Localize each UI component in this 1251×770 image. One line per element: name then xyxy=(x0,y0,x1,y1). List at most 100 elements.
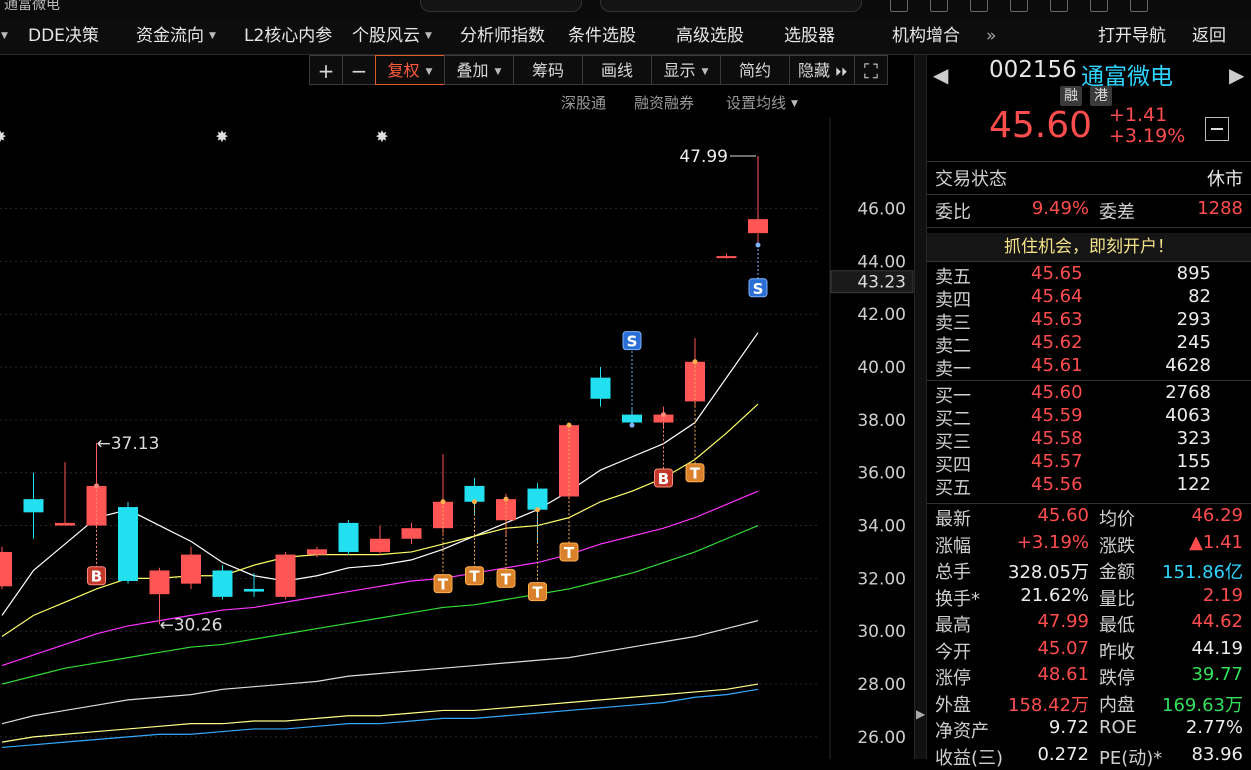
menu-left-caret[interactable]: ▼ xyxy=(0,18,8,54)
menu-l2-label: L2核心内参 xyxy=(244,26,333,46)
ask-price: 45.64 xyxy=(1031,286,1083,307)
change-percent: +3.19% xyxy=(1109,125,1186,147)
stat-value: 39.77 xyxy=(1191,664,1243,685)
panel-splitter[interactable]: ▶ xyxy=(914,55,927,759)
hide-label: 隐藏 xyxy=(798,61,831,80)
change-value: +1.41 xyxy=(1109,104,1168,126)
y-tick-label: 40.00 xyxy=(857,358,906,378)
margin-trading-link[interactable]: 融资融券 xyxy=(634,92,694,116)
candle-body xyxy=(590,377,611,399)
back-button[interactable]: 返回 xyxy=(1192,18,1226,54)
price-change: +1.41 +3.19% xyxy=(1109,105,1185,147)
signal-dot xyxy=(566,422,572,428)
minimize-icon[interactable] xyxy=(1050,0,1068,12)
menu-advanced-pick[interactable]: 高级选股 xyxy=(676,18,744,54)
signal-label: T xyxy=(564,544,575,562)
stat-row: 收益(三) 0.272 PE(动)* 83.96 xyxy=(927,744,1251,769)
ask-price: 45.65 xyxy=(1031,263,1083,284)
candle-body xyxy=(55,522,75,526)
draw-line-button[interactable]: 画线 xyxy=(582,55,652,85)
stat-label: 涨跌 xyxy=(1099,535,1135,557)
message-icon[interactable] xyxy=(970,0,988,12)
next-stock-icon[interactable]: ▶ xyxy=(1229,63,1244,87)
window-icon[interactable] xyxy=(890,0,908,12)
current-price-label: 43.23 xyxy=(857,273,906,293)
bid-volume: 155 xyxy=(1176,451,1211,472)
divider xyxy=(927,227,1251,228)
stat-label: 今开 xyxy=(935,641,971,663)
menu-screener[interactable]: 选股器 xyxy=(784,18,835,54)
zoom-out-button[interactable]: − xyxy=(342,55,376,85)
shenguton-link[interactable]: 深股通 xyxy=(561,92,606,116)
status-label: 交易状态 xyxy=(935,169,1007,190)
bid-volume: 122 xyxy=(1176,474,1211,495)
signal-label: T xyxy=(438,576,449,594)
menu-stock-news[interactable]: 个股风云 ▼ xyxy=(352,18,432,54)
zoom-in-button[interactable]: + xyxy=(309,55,343,85)
signal-dot xyxy=(535,507,540,513)
lock-icon[interactable] xyxy=(1010,0,1028,12)
menu-dde[interactable]: DDE决策 xyxy=(28,18,99,54)
restore-icon[interactable] xyxy=(1090,0,1108,12)
window-title-fragment: 通富微电 xyxy=(4,0,60,13)
header-tabs[interactable] xyxy=(600,0,862,12)
simple-button[interactable]: 简约 xyxy=(720,55,790,85)
prev-stock-icon[interactable]: ◀ xyxy=(933,63,948,87)
menu-analyst[interactable]: 分析师指数 xyxy=(460,18,545,54)
candle-body xyxy=(23,499,44,513)
close-icon[interactable] xyxy=(1130,0,1148,12)
menu-fund-flow[interactable]: 资金流向 ▼ xyxy=(136,18,216,54)
signal-label: B xyxy=(91,568,102,586)
chips-button[interactable]: 筹码 xyxy=(513,55,583,85)
fullscreen-icon[interactable]: ⛶ xyxy=(854,55,888,85)
moving-average-line xyxy=(1,332,759,616)
ma-settings-link[interactable]: 设置均线 ▼ xyxy=(726,92,798,116)
open-nav-button[interactable]: 打开导航 xyxy=(1098,18,1166,54)
menu-condition-pick[interactable]: 条件选股 xyxy=(568,18,636,54)
candle-body xyxy=(527,488,548,510)
stat-row: 外盘 158.42万 内盘 169.63万 xyxy=(927,691,1251,716)
dropdown-caret-icon: ▼ xyxy=(791,98,798,109)
y-tick-label: 44.00 xyxy=(857,252,906,272)
weibi-value: 9.49% xyxy=(1031,198,1089,219)
ask-volume: 4628 xyxy=(1165,355,1211,376)
display-dropdown[interactable]: 显示 ▼ xyxy=(651,55,721,85)
sun-mark-icon: ✸ xyxy=(375,127,388,146)
divider xyxy=(927,194,1251,195)
signal-dot xyxy=(692,359,698,365)
dropdown-caret-icon: ▼ xyxy=(701,66,709,77)
stat-label: 涨停 xyxy=(935,668,971,689)
signal-dot xyxy=(472,499,477,505)
fuquan-dropdown[interactable]: 复权 ▼ xyxy=(375,55,445,85)
collapse-arrow-icon[interactable]: ▶ xyxy=(916,707,925,721)
display-label: 显示 xyxy=(663,61,696,80)
open-account-banner[interactable]: 抓住机会，即刻开户！ xyxy=(927,233,1251,261)
stat-label: 量比 xyxy=(1099,588,1135,610)
bid-price: 45.56 xyxy=(1031,474,1083,495)
overlay-dropdown[interactable]: 叠加 ▼ xyxy=(444,55,514,85)
overlay-label: 叠加 xyxy=(456,61,489,80)
candle-body xyxy=(338,522,359,552)
ma-settings-label: 设置均线 xyxy=(726,94,787,112)
kline-chart[interactable]: 46.00 44.00 42.00 40.00 38.00 36.00 34.00 32.00… xyxy=(0,118,914,759)
menu-more-icon[interactable]: » xyxy=(986,18,996,54)
menu-institution[interactable]: 机构增合 xyxy=(892,18,960,54)
stat-label: 昨收 xyxy=(1099,641,1135,663)
candle-body xyxy=(401,528,422,539)
hide-button[interactable]: 隐藏 ⏵⏵ xyxy=(789,55,855,85)
search-box[interactable] xyxy=(420,0,582,12)
hk-connect-tag: 港 xyxy=(1090,86,1112,106)
dropdown-caret-icon: ▼ xyxy=(494,66,502,77)
quote-panel: ◀ 002156 通富微电 ▶ 融 港 45.60 +1.41 +3.19% 交… xyxy=(927,55,1251,769)
skin-icon[interactable] xyxy=(930,0,948,12)
menu-screener-label: 选股器 xyxy=(784,26,835,46)
weibi-label: 委比 xyxy=(935,202,971,223)
stat-value: 328.05万 xyxy=(1008,562,1089,583)
menu-l2[interactable]: L2核心内参 xyxy=(244,18,332,54)
collapse-button[interactable] xyxy=(1205,117,1229,141)
menu-condition-pick-label: 条件选股 xyxy=(568,26,636,46)
stat-label: 金额 xyxy=(1099,562,1135,583)
candle-body xyxy=(275,554,296,597)
dropdown-caret-icon: ▼ xyxy=(209,31,216,41)
signal-label: S xyxy=(627,333,638,351)
